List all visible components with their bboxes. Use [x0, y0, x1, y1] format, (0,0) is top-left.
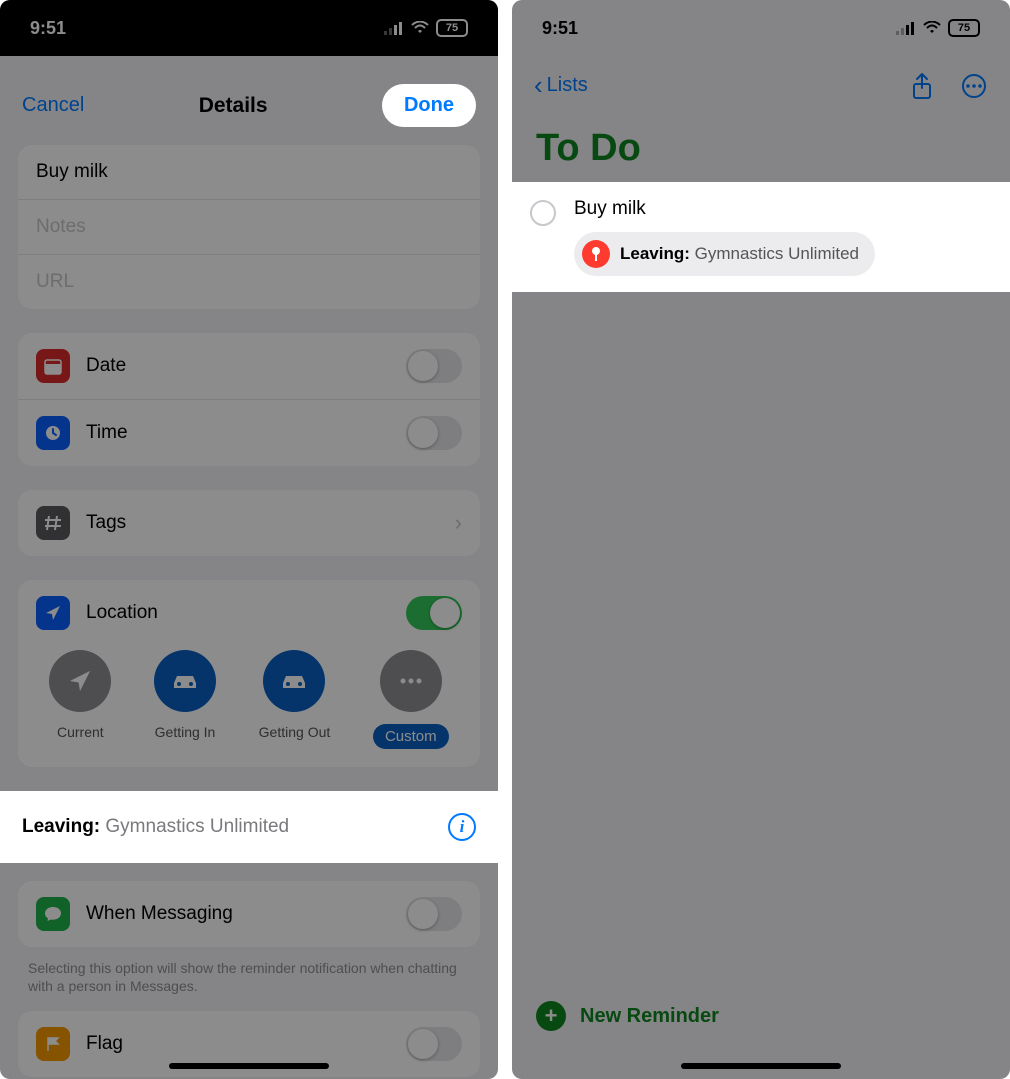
complete-checkbox[interactable] [530, 200, 556, 226]
messaging-toggle[interactable] [406, 897, 462, 931]
done-button[interactable]: Done [382, 84, 476, 127]
chevron-left-icon: ‹ [534, 70, 543, 101]
messaging-group: When Messaging [18, 881, 480, 947]
back-label: Lists [547, 74, 588, 97]
date-row[interactable]: Date [18, 333, 480, 399]
list-title: To Do [512, 115, 1010, 182]
reminder-item[interactable]: Buy milk Leaving: Gymnastics Unlimited [512, 182, 1010, 292]
share-button[interactable] [908, 72, 936, 100]
location-row[interactable]: Location [18, 580, 480, 646]
time-row[interactable]: Time [18, 399, 480, 466]
calendar-icon [36, 349, 70, 383]
flag-toggle[interactable] [406, 1027, 462, 1061]
location-arrow-icon [36, 596, 70, 630]
location-label: Location [86, 602, 158, 624]
reminder-title: Buy milk [574, 198, 875, 220]
details-screen: 9:51 75 Cancel Details Done [0, 0, 498, 1079]
location-group: Location Current Getting In Getting Out [18, 580, 480, 767]
tags-label: Tags [86, 512, 126, 534]
badge-label: Leaving: [620, 244, 690, 263]
location-option-current[interactable]: Current [49, 650, 111, 749]
pin-icon [582, 240, 610, 268]
car-icon [154, 650, 216, 712]
more-button[interactable] [960, 72, 988, 100]
list-nav: ‹ Lists [512, 56, 1010, 115]
chevron-right-icon: › [455, 510, 462, 536]
tags-group: Tags › [18, 490, 480, 556]
leaving-location-row[interactable]: Leaving: Gymnastics Unlimited i [0, 791, 498, 863]
messages-icon [36, 897, 70, 931]
cellular-icon [384, 21, 404, 35]
details-nav: Cancel Details Done [0, 60, 498, 145]
tags-row[interactable]: Tags › [18, 490, 480, 556]
car-icon [263, 650, 325, 712]
new-reminder-label: New Reminder [580, 1005, 719, 1028]
status-bar: 9:51 75 [512, 0, 1010, 56]
location-option-getting-in[interactable]: Getting In [154, 650, 216, 749]
info-icon[interactable]: i [448, 813, 476, 841]
wifi-icon [922, 21, 942, 35]
messaging-label: When Messaging [86, 903, 233, 925]
leaving-place: Gymnastics Unlimited [105, 816, 289, 837]
location-toggle[interactable] [406, 596, 462, 630]
flag-icon [36, 1027, 70, 1061]
plus-icon: + [536, 1001, 566, 1031]
clock-icon [36, 416, 70, 450]
notes-input[interactable] [36, 216, 462, 238]
flag-label: Flag [86, 1033, 123, 1055]
wifi-icon [410, 21, 430, 35]
date-label: Date [86, 355, 126, 377]
status-bar: 9:51 75 [0, 0, 498, 56]
back-button[interactable]: ‹ Lists [534, 70, 588, 101]
ellipsis-icon [380, 650, 442, 712]
page-title: Details [199, 94, 268, 118]
title-group [18, 145, 480, 309]
battery-icon: 75 [948, 19, 980, 37]
cellular-icon [896, 21, 916, 35]
messaging-row[interactable]: When Messaging [18, 881, 480, 947]
hash-icon [36, 506, 70, 540]
list-screen: 9:51 75 ‹ Lists To Do [512, 0, 1010, 1079]
messaging-footer-text: Selecting this option will show the remi… [0, 959, 498, 995]
new-reminder-button[interactable]: + New Reminder [512, 1001, 1010, 1031]
badge-place: Gymnastics Unlimited [695, 244, 859, 263]
location-badge[interactable]: Leaving: Gymnastics Unlimited [574, 232, 875, 276]
location-option-getting-out[interactable]: Getting Out [259, 650, 331, 749]
home-indicator[interactable] [169, 1063, 329, 1069]
cancel-button[interactable]: Cancel [22, 94, 84, 117]
leaving-label: Leaving: [22, 816, 100, 837]
time-toggle[interactable] [406, 416, 462, 450]
battery-icon: 75 [436, 19, 468, 37]
datetime-group: Date Time [18, 333, 480, 466]
home-indicator[interactable] [681, 1063, 841, 1069]
arrow-icon [49, 650, 111, 712]
time-label: Time [86, 422, 128, 444]
date-toggle[interactable] [406, 349, 462, 383]
status-time: 9:51 [542, 18, 578, 39]
location-option-custom[interactable]: Custom [373, 650, 449, 749]
reminder-title-input[interactable] [36, 161, 462, 183]
status-time: 9:51 [30, 18, 66, 39]
url-input[interactable] [36, 271, 462, 293]
